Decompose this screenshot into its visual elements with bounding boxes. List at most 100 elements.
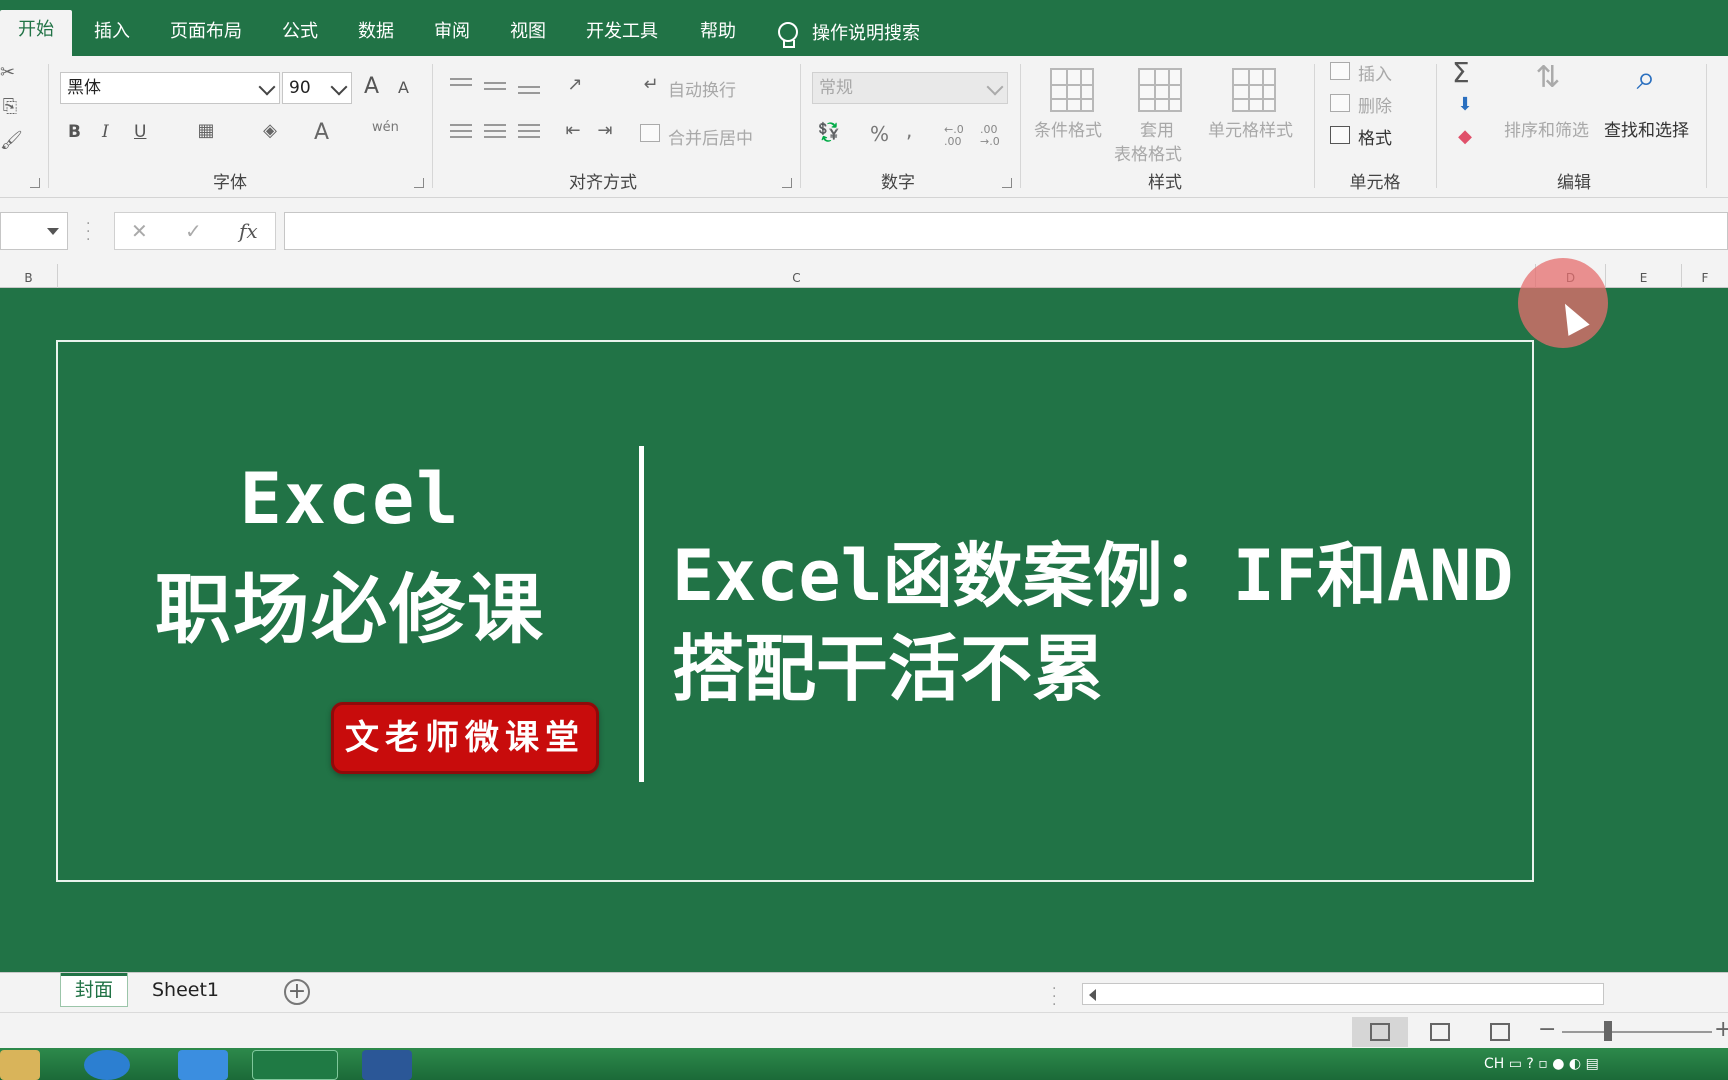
format-cells-icon[interactable] (1330, 126, 1350, 144)
merge-center-icon[interactable] (640, 124, 660, 142)
column-header-b[interactable]: B (0, 264, 58, 288)
browser-icon[interactable] (84, 1050, 130, 1080)
underline-button[interactable]: U (134, 122, 146, 142)
zoom-in-button[interactable]: + (1714, 1017, 1728, 1042)
tab-help[interactable]: 帮助 (682, 12, 754, 56)
conditional-formatting-button[interactable]: 条件格式 (1034, 116, 1102, 141)
font-color-button[interactable]: A (314, 120, 329, 145)
cut-icon[interactable]: ✂ (0, 62, 15, 83)
page-layout-view-button[interactable] (1412, 1017, 1468, 1047)
shrink-font-button[interactable]: A (398, 78, 409, 97)
orientation-icon[interactable]: ↗ (562, 74, 588, 95)
format-as-table-icon[interactable] (1138, 68, 1182, 112)
tell-me-search[interactable]: 操作说明搜索 (776, 12, 920, 56)
sort-filter-button[interactable]: 排序和筛选 (1504, 116, 1589, 141)
add-sheet-button[interactable]: + (284, 979, 310, 1005)
horizontal-scrollbar[interactable] (1082, 983, 1604, 1005)
clear-eraser-icon[interactable]: ◆ (1452, 126, 1478, 147)
delete-cells-button[interactable]: 删除 (1358, 92, 1392, 117)
conditional-formatting-icon[interactable] (1050, 68, 1094, 112)
insert-cells-icon[interactable] (1330, 62, 1350, 80)
comma-style-button[interactable]: , (906, 118, 912, 142)
zoom-out-button[interactable]: − (1538, 1017, 1556, 1042)
decrease-indent-icon[interactable]: ⇤ (560, 120, 586, 141)
magnifier-icon[interactable]: ⌕ (1624, 58, 1668, 98)
click-highlight (1518, 258, 1608, 348)
font-size-combo[interactable]: 90 (282, 72, 352, 104)
file-explorer-icon[interactable] (0, 1050, 40, 1080)
align-left-icon[interactable] (450, 124, 472, 140)
bold-button[interactable]: B (68, 122, 81, 142)
page-break-view-button[interactable] (1472, 1017, 1528, 1047)
tab-data[interactable]: 数据 (340, 12, 412, 56)
format-cells-button[interactable]: 格式 (1358, 124, 1392, 149)
fill-down-icon[interactable]: ⬇ (1452, 94, 1478, 115)
insert-function-icon[interactable]: fx (239, 219, 258, 243)
tab-view[interactable]: 视图 (492, 12, 564, 56)
format-as-table-line1[interactable]: 套用 (1140, 116, 1174, 141)
borders-icon[interactable]: ▦ (194, 120, 218, 141)
increase-indent-icon[interactable]: ⇥ (592, 120, 618, 141)
column-header-c[interactable]: C (58, 264, 1536, 288)
cell-styles-icon[interactable] (1232, 68, 1276, 112)
clipboard-launcher-icon[interactable] (30, 178, 40, 188)
tab-review[interactable]: 审阅 (416, 12, 488, 56)
align-top-icon[interactable] (450, 78, 472, 94)
sheet-tab-sheet1[interactable]: Sheet1 (138, 973, 233, 1007)
grow-font-button[interactable]: A (364, 74, 379, 99)
word-taskbar-icon[interactable] (362, 1050, 412, 1080)
zoom-slider-thumb[interactable] (1604, 1021, 1612, 1041)
formula-splitter-icon[interactable]: · · · (86, 217, 90, 247)
align-right-icon[interactable] (518, 124, 540, 140)
tab-formulas[interactable]: 公式 (264, 12, 336, 56)
copy-icon[interactable]: ⎘ (0, 96, 20, 117)
sheet-grid[interactable]: Excel 职场必修课 文老师微课堂 Excel函数案例：IF和AND 搭配干活… (0, 258, 1728, 972)
decrease-decimal-button[interactable]: .00 →.0 (980, 124, 1010, 148)
column-header-e[interactable]: E (1606, 264, 1682, 288)
cover-left-title: Excel (239, 458, 461, 540)
percent-style-button[interactable]: % (870, 122, 889, 146)
tab-insert[interactable]: 插入 (76, 12, 148, 56)
phonetic-button[interactable]: wén (372, 120, 399, 135)
alignment-launcher-icon[interactable] (782, 178, 792, 188)
sort-filter-icon[interactable]: ⇅ (1526, 60, 1570, 95)
formula-input[interactable] (284, 212, 1728, 250)
format-as-table-line2[interactable]: 表格格式 (1114, 140, 1182, 165)
number-launcher-icon[interactable] (1002, 178, 1012, 188)
align-center-icon[interactable] (484, 124, 506, 140)
format-painter-icon[interactable]: 🖌 (0, 130, 23, 151)
cell-styles-button[interactable]: 单元格样式 (1208, 116, 1293, 141)
accounting-format-icon[interactable]: 💱 (814, 122, 844, 143)
cancel-icon[interactable]: ✕ (131, 219, 148, 243)
align-middle-icon[interactable] (484, 82, 506, 98)
italic-button[interactable]: I (102, 122, 109, 142)
sheet-tab-cover[interactable]: 封面 (60, 973, 129, 1007)
tab-home[interactable]: 开始 (0, 10, 72, 56)
scroll-left-icon[interactable] (1089, 989, 1096, 1001)
delete-cells-icon[interactable] (1330, 94, 1350, 112)
autosum-button[interactable]: Σ (1452, 56, 1470, 89)
app-icon[interactable] (178, 1050, 228, 1080)
fill-color-icon[interactable]: ◈ (258, 120, 282, 141)
enter-icon[interactable]: ✓ (185, 219, 202, 243)
excel-taskbar-icon[interactable] (252, 1050, 338, 1080)
font-launcher-icon[interactable] (414, 178, 424, 188)
name-box-dropdown-icon[interactable] (47, 228, 59, 235)
tab-developer[interactable]: 开发工具 (568, 12, 676, 56)
find-select-button[interactable]: 查找和选择 (1604, 116, 1689, 141)
font-name-combo[interactable]: 黑体 (60, 72, 280, 104)
zoom-slider-track[interactable] (1562, 1031, 1712, 1033)
name-box[interactable] (0, 212, 68, 250)
ribbon: ✂ ⎘ 🖌 黑体 90 A A B I U ▦ ◈ A wén 字体 ↗ ↵ 自… (0, 56, 1728, 198)
scroll-splitter-icon[interactable]: · · · (1052, 982, 1056, 1012)
tab-page-layout[interactable]: 页面布局 (152, 12, 260, 56)
wrap-text-icon[interactable]: ↵ (640, 74, 662, 95)
merge-center-button[interactable]: 合并后居中 (668, 124, 753, 149)
align-bottom-icon[interactable] (518, 86, 540, 102)
insert-cells-button[interactable]: 插入 (1358, 60, 1392, 85)
number-format-combo[interactable]: 常规 (812, 72, 1008, 104)
wrap-text-button[interactable]: 自动换行 (668, 76, 736, 101)
increase-decimal-button[interactable]: ←.0 .00 (944, 124, 974, 148)
column-header-f[interactable]: F (1682, 264, 1728, 288)
normal-view-button[interactable] (1352, 1017, 1408, 1047)
